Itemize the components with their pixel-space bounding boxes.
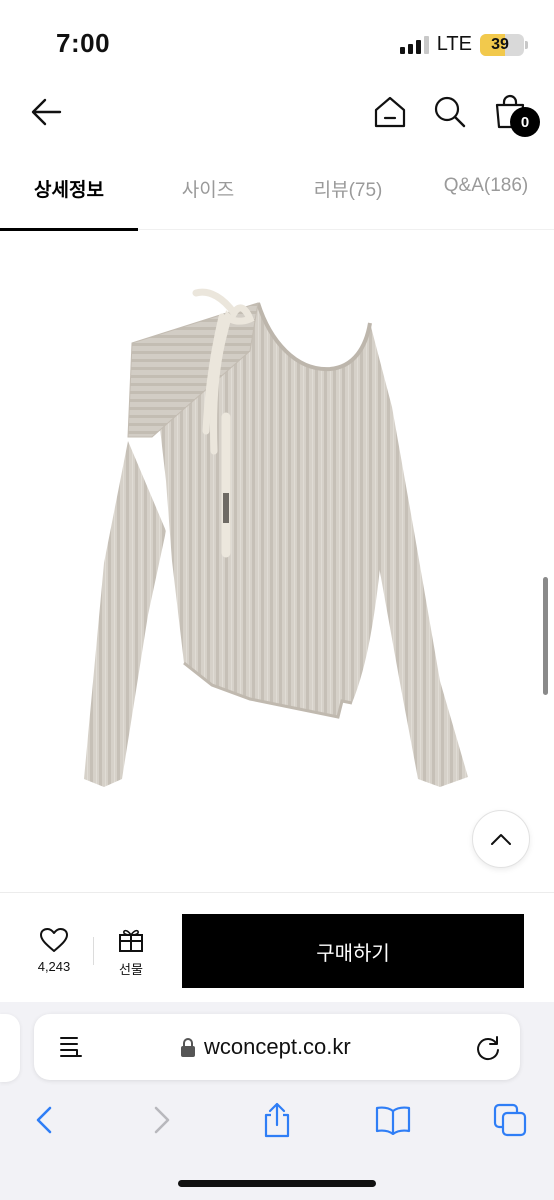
- status-indicators: LTE 39: [399, 33, 528, 56]
- tab-details[interactable]: 상세정보: [0, 160, 138, 231]
- browser-forward-button[interactable]: [140, 1098, 184, 1142]
- product-image-area: [0, 231, 554, 891]
- home-button[interactable]: [368, 90, 412, 134]
- tab-reviews[interactable]: 리뷰(75): [278, 160, 418, 230]
- divider: [93, 937, 94, 965]
- chevron-up-icon: [491, 834, 511, 845]
- buy-button[interactable]: 구매하기: [182, 914, 524, 988]
- lock-icon: [181, 1038, 195, 1057]
- address-bar[interactable]: wconcept.co.kr: [34, 1014, 520, 1080]
- knit-sweater-image: [84, 288, 468, 787]
- scroll-top-button[interactable]: [472, 810, 530, 868]
- back-button[interactable]: [24, 90, 68, 134]
- search-button[interactable]: [428, 90, 472, 134]
- tabs-button[interactable]: [488, 1098, 532, 1142]
- share-icon: [264, 1102, 290, 1138]
- browser-nav: [0, 1098, 554, 1142]
- gift-label: 선물: [119, 962, 143, 977]
- reader-icon[interactable]: [58, 1034, 84, 1060]
- heart-icon: [40, 928, 68, 952]
- battery-icon: 39: [480, 33, 528, 56]
- browser-toolbar: wconcept.co.kr: [0, 1002, 554, 1200]
- gift-icon: [119, 929, 143, 952]
- share-button[interactable]: [255, 1098, 299, 1142]
- home-icon: [374, 96, 406, 128]
- tab-size[interactable]: 사이즈: [138, 160, 278, 230]
- product-tabs: 상세정보 사이즈 리뷰(75) Q&A(186): [0, 160, 554, 231]
- signal-icon: [399, 35, 429, 54]
- status-time: 7:00: [56, 28, 111, 58]
- like-count: 4,243: [37, 959, 71, 974]
- gift-button[interactable]: 선물: [104, 927, 158, 981]
- bookmarks-button[interactable]: [371, 1098, 415, 1142]
- app-header: [0, 80, 554, 144]
- like-button[interactable]: 4,243: [22, 927, 86, 981]
- search-icon: [434, 96, 466, 128]
- browser-back-button[interactable]: [22, 1098, 66, 1142]
- forward-icon: [154, 1106, 170, 1134]
- tabs-icon: [493, 1103, 527, 1137]
- url-text: wconcept.co.kr: [204, 1034, 351, 1059]
- purchase-bar: 4,243 선물 구매하기: [0, 892, 554, 1002]
- previous-tab-preview[interactable]: [0, 1014, 20, 1082]
- battery-level: 39: [491, 35, 509, 53]
- status-bar: 7:00 LTE 39: [0, 0, 554, 80]
- back-icon: [36, 1106, 52, 1134]
- tab-qna[interactable]: Q&A(186): [418, 160, 554, 230]
- back-arrow-icon: [31, 98, 62, 126]
- home-indicator: [178, 1180, 376, 1187]
- bookmarks-icon: [375, 1106, 411, 1135]
- cart-count-badge: 0: [510, 107, 540, 137]
- scroll-indicator: [543, 577, 548, 695]
- network-label: LTE: [436, 33, 472, 55]
- reload-icon[interactable]: [474, 1034, 502, 1062]
